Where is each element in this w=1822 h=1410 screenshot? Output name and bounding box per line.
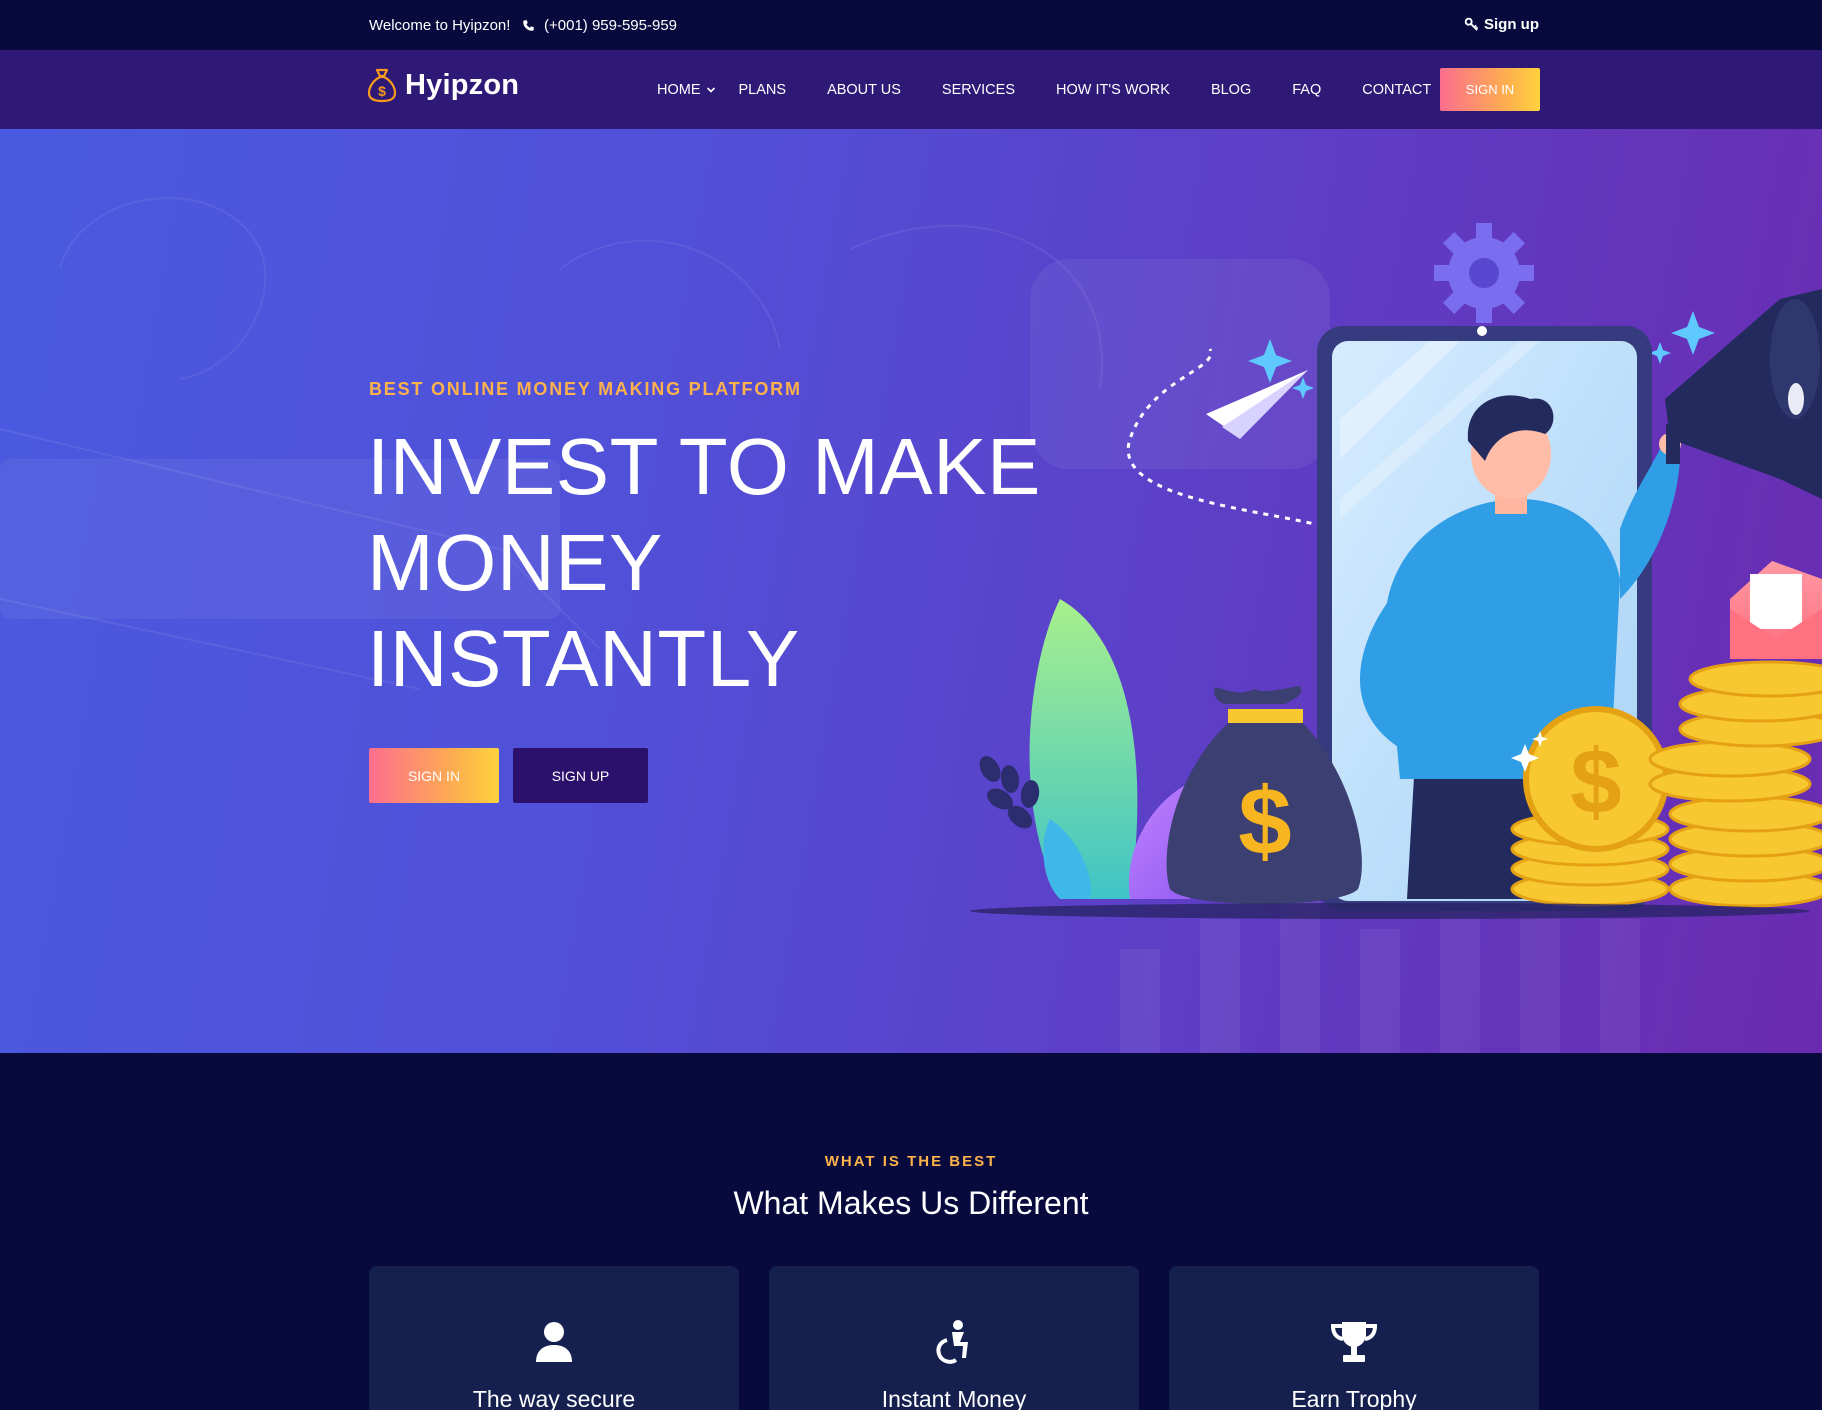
nav-item-label: CONTACT [1362, 81, 1432, 98]
hero-title-line-1: INVEST TO MAKE [367, 422, 1041, 511]
nav-item-blog[interactable]: BLOG [1211, 82, 1251, 98]
main-navbar: $ Hyipzon HOME PLANS ABOUT US SERVICES H… [0, 50, 1822, 129]
nav-menu: HOME PLANS ABOUT US SERVICES HOW IT'S WO… [657, 50, 1472, 129]
hero-kicker: BEST ONLINE MONEY MAKING PLATFORM [369, 379, 802, 399]
user-icon [536, 1322, 572, 1362]
feature-card-title: Instant Money [881, 1386, 1027, 1410]
welcome-text: Welcome to Hyipzon! [369, 17, 511, 34]
trophy-icon [1330, 1322, 1378, 1362]
hero-signin-button[interactable]: SIGN IN [369, 748, 499, 803]
svg-text:$: $ [1238, 768, 1291, 875]
paper-plane-icon [1206, 370, 1308, 439]
feature-card-secure[interactable]: The way secure [369, 1266, 739, 1410]
feature-card-title: Earn Trophy [1291, 1386, 1417, 1410]
card-icon-wrap [369, 1318, 739, 1366]
top-bar: Welcome to Hyipzon! (+001) 959-595-959 S… [0, 0, 1822, 50]
features-section: WHAT IS THE BEST What Makes Us Different… [0, 1053, 1822, 1410]
nav-item-services[interactable]: SERVICES [942, 82, 1015, 98]
hero-title-line-3: INSTANTLY [367, 614, 800, 703]
nav-item-faq[interactable]: FAQ [1292, 82, 1321, 98]
nav-item-home[interactable]: HOME [657, 82, 716, 98]
phone-number: (+001) 959-595-959 [544, 17, 678, 34]
hero-section: BEST ONLINE MONEY MAKING PLATFORM INVEST… [0, 129, 1822, 1053]
top-signup-label: Sign up [1484, 16, 1539, 33]
nav-item-how-it-works[interactable]: HOW IT'S WORK [1056, 82, 1170, 98]
hero-title-line-2: MONEY [367, 518, 663, 607]
logo-text: Hyipzon [405, 68, 520, 101]
nav-item-label: PLANS [738, 81, 787, 98]
nav-signin-button[interactable]: SIGN IN [1440, 68, 1540, 111]
svg-text:$: $ [378, 83, 386, 99]
gear-icon [1434, 223, 1534, 323]
top-signup-link[interactable]: Sign up [1464, 16, 1539, 33]
nav-item-label: ABOUT US [827, 81, 901, 98]
card-icon-wrap [769, 1318, 1139, 1366]
features-heading: What Makes Us Different [733, 1185, 1089, 1221]
nav-item-about-us[interactable]: ABOUT US [827, 82, 901, 98]
logo[interactable]: $ Hyipzon [367, 67, 519, 103]
nav-item-label: HOW IT'S WORK [1056, 81, 1170, 98]
key-icon [1464, 17, 1479, 31]
nav-item-contact[interactable]: CONTACT [1362, 82, 1431, 98]
nav-item-label: HOME [657, 81, 701, 98]
feature-card-instant-money[interactable]: Instant Money [769, 1266, 1139, 1410]
envelope-icon [1730, 561, 1822, 659]
hero-title: INVEST TO MAKE MONEY INSTANTLY [367, 419, 1047, 707]
feature-card-earn-trophy[interactable]: Earn Trophy [1169, 1266, 1539, 1410]
phone-contact[interactable]: (+001) 959-595-959 [522, 17, 677, 34]
ground-shadow [970, 903, 1810, 919]
dotted-trail [1126, 348, 1323, 528]
accessibility-icon [936, 1320, 968, 1364]
nav-item-plans[interactable]: PLANS [739, 82, 787, 98]
phone-icon [523, 20, 534, 31]
chevron-down-icon [706, 86, 715, 93]
hero-signup-button[interactable]: SIGN UP [513, 748, 648, 803]
feature-card-title: The way secure [472, 1386, 636, 1410]
megaphone-icon [1665, 289, 1822, 499]
money-bag-logo-icon: $ [367, 68, 397, 103]
svg-text:$: $ [1570, 731, 1621, 833]
features-kicker: WHAT IS THE BEST [824, 1153, 998, 1170]
hero-illustration: $ $ [970, 223, 1822, 919]
nav-item-label: BLOG [1210, 81, 1252, 98]
nav-item-label: SERVICES [941, 81, 1015, 98]
nav-item-label: FAQ [1292, 81, 1322, 98]
card-icon-wrap [1169, 1318, 1539, 1366]
